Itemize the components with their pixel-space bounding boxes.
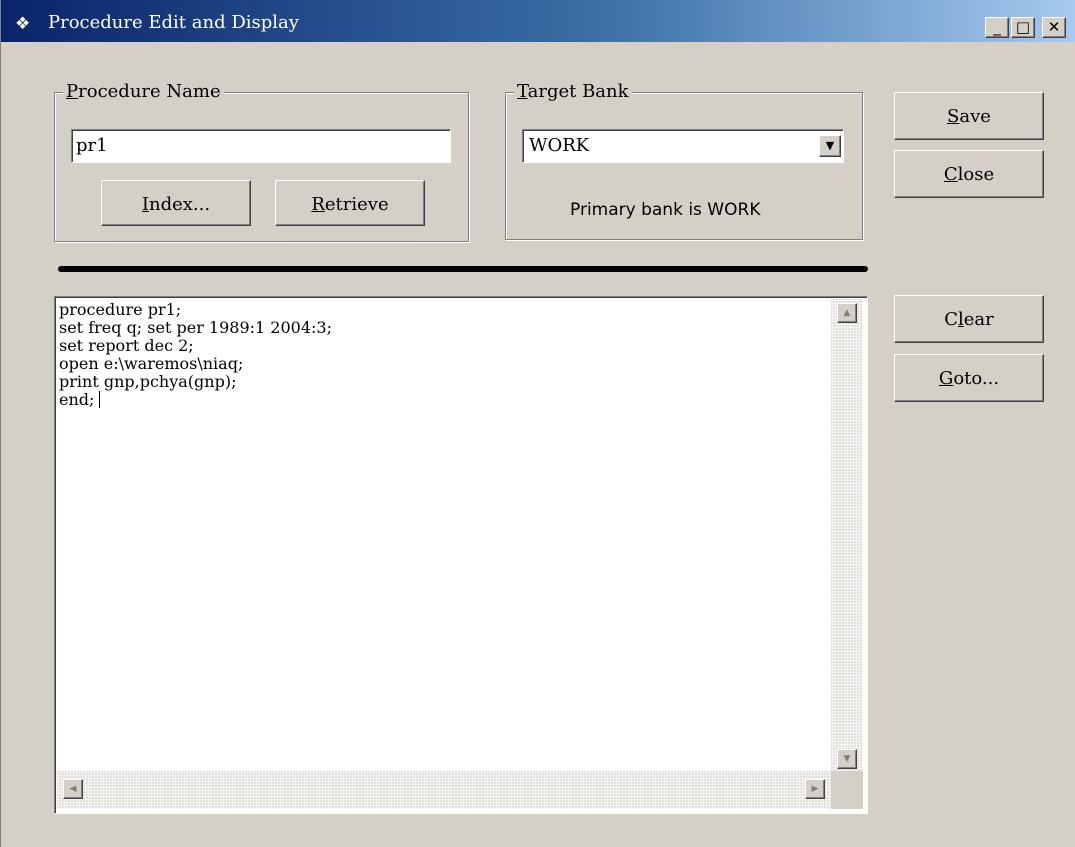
retrieve-button[interactable]: Retrieve (275, 180, 425, 226)
procedure-name-input[interactable]: pr1 (71, 129, 451, 163)
scroll-right-button[interactable]: ▶ (805, 779, 825, 799)
close-icon: ✕ (1047, 18, 1061, 36)
minimize-icon: _ (993, 18, 1001, 36)
procedure-name-value: pr1 (76, 135, 108, 156)
close-button[interactable]: Close (894, 150, 1044, 198)
clear-button[interactable]: Clear (894, 295, 1044, 343)
scrollbar-corner (831, 771, 863, 809)
scroll-down-button[interactable]: ▼ (837, 749, 857, 769)
scroll-right-icon: ▶ (811, 784, 819, 794)
scroll-down-icon: ▼ (843, 754, 851, 764)
divider (58, 266, 868, 272)
scroll-up-icon: ▲ (843, 308, 851, 318)
target-bank-label: Target Bank (514, 81, 632, 103)
minimize-button[interactable]: _ (985, 17, 1009, 38)
vertical-scrollbar[interactable]: ▲ ▼ (831, 299, 863, 771)
save-button[interactable]: Save (894, 92, 1044, 140)
dropdown-button[interactable]: ▼ (819, 135, 841, 157)
app-icon[interactable]: ❖ (15, 16, 39, 33)
scroll-left-button[interactable]: ◀ (63, 779, 83, 799)
primary-bank-status: Primary bank is WORK (570, 200, 761, 220)
scroll-left-icon: ◀ (69, 784, 77, 794)
window-title: Procedure Edit and Display (48, 12, 299, 33)
target-bank-group: Target Bank WORK ▼ Primary bank is WORK (505, 81, 863, 240)
chevron-down-icon: ▼ (825, 139, 835, 152)
procedure-editor[interactable]: procedure pr1; set freq q; set per 1989:… (54, 296, 868, 814)
text-cursor (99, 391, 100, 408)
maximize-icon: □ (1015, 18, 1031, 36)
procedure-edit-window: ❖ Procedure Edit and Display _ □ ✕ Proce… (0, 0, 1075, 847)
horizontal-scrollbar[interactable]: ◀ ▶ (57, 771, 831, 809)
procedure-name-label: Procedure Name (63, 81, 224, 103)
procedure-name-group: Procedure Name pr1 Index... Retrieve (54, 81, 469, 242)
title-bar[interactable]: ❖ Procedure Edit and Display _ □ ✕ (1, 0, 1075, 42)
index-button[interactable]: Index... (101, 180, 251, 226)
close-window-button[interactable]: ✕ (1042, 17, 1066, 38)
target-bank-select[interactable]: WORK ▼ (522, 129, 844, 163)
maximize-button[interactable]: □ (1011, 17, 1035, 38)
scroll-up-button[interactable]: ▲ (837, 303, 857, 323)
goto-button[interactable]: Goto... (894, 354, 1044, 402)
target-bank-value: WORK (529, 135, 590, 156)
